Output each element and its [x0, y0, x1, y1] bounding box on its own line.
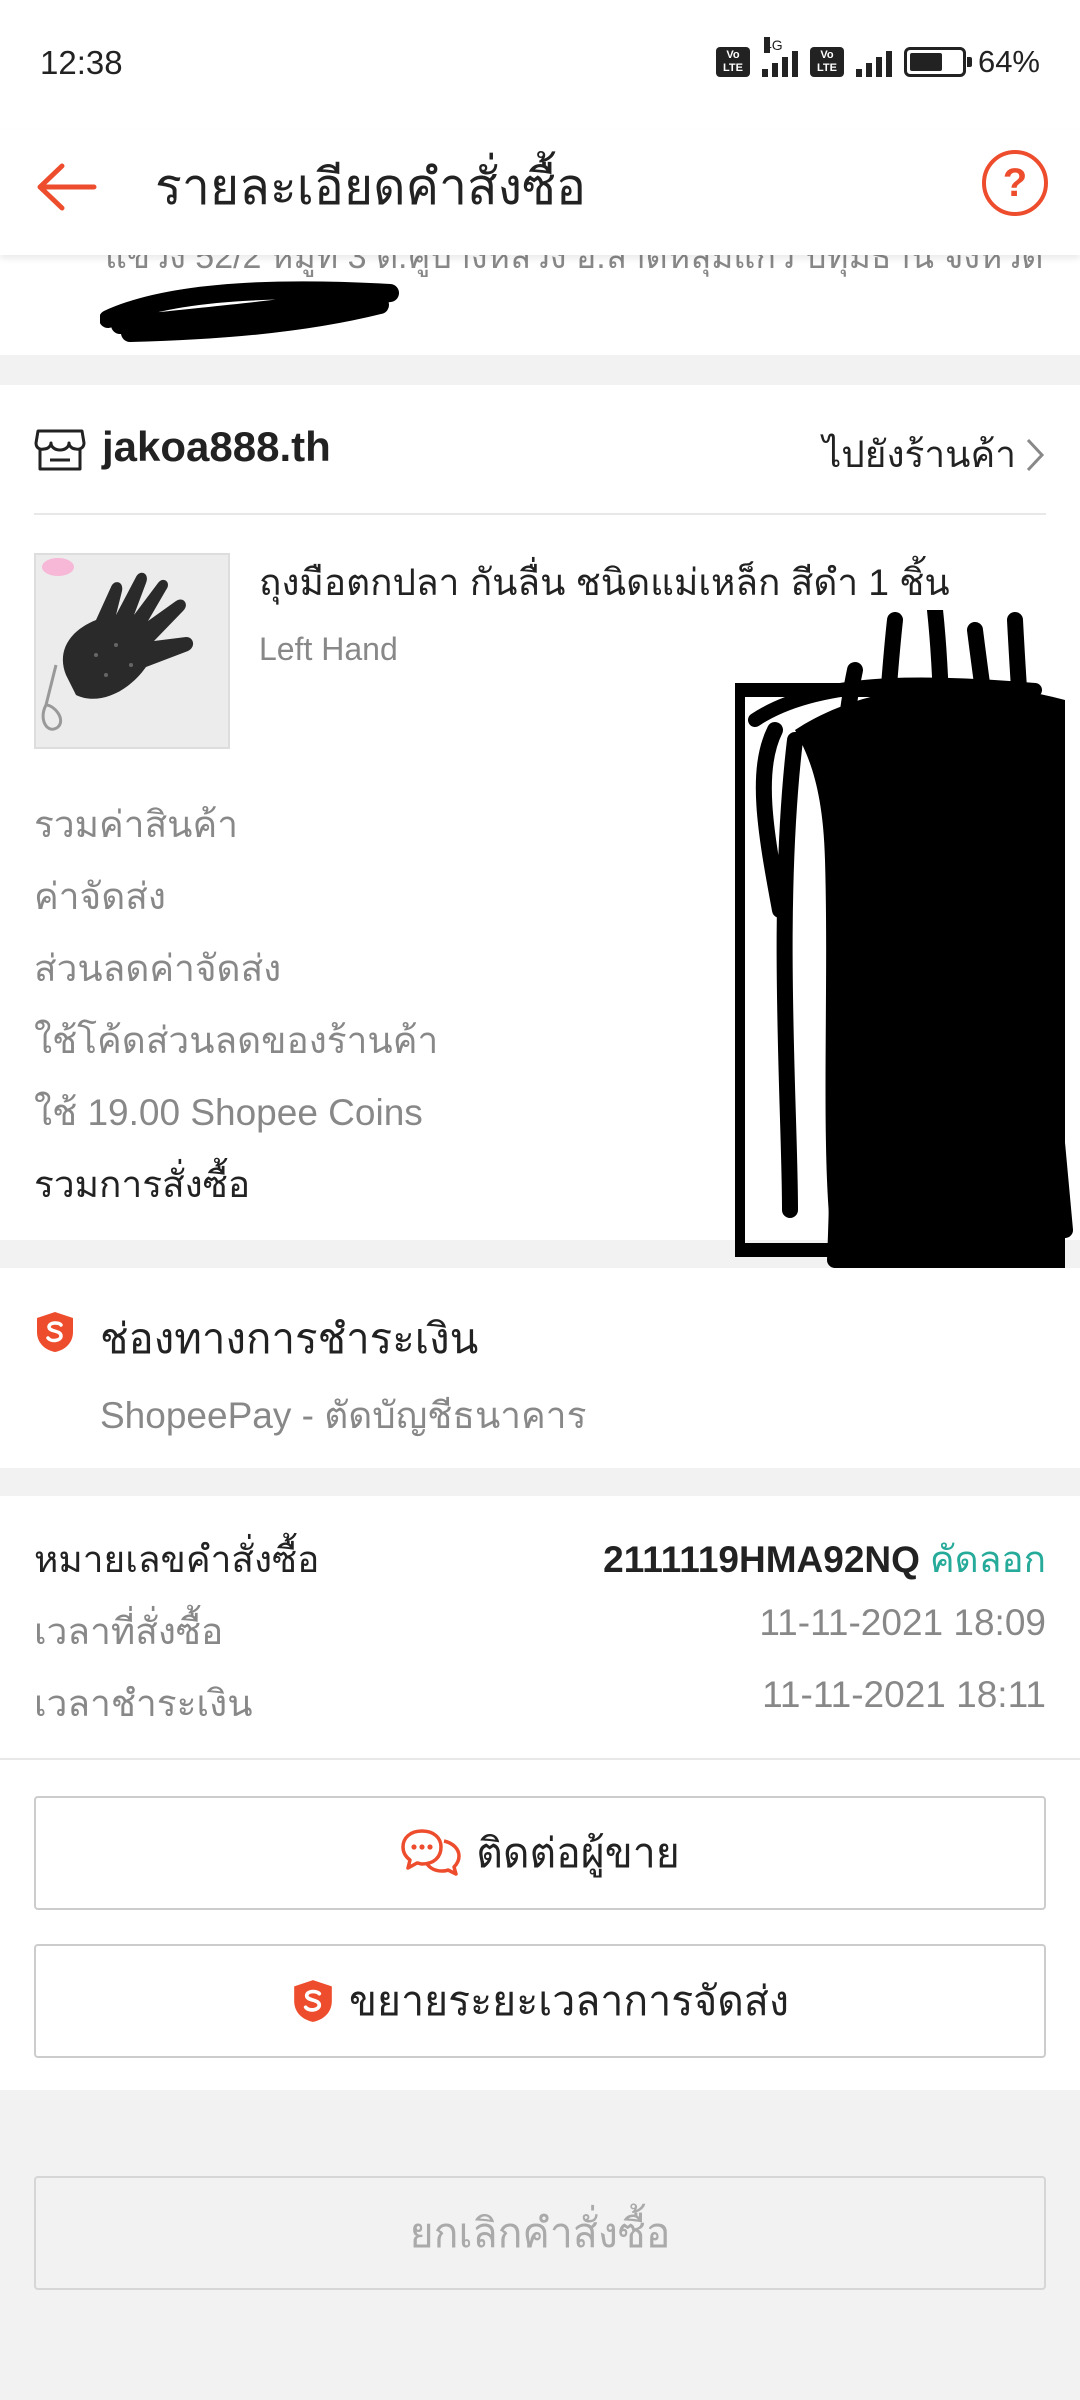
order-number-label: หมายเลขคำสั่งซื้อ: [34, 1539, 320, 1580]
page-title: รายละเอียดคำสั่งซื้อ: [155, 159, 587, 215]
actions-section: ติดต่อผู้ขาย ขยายระยะเวลาการจัดส่ง: [0, 1760, 1080, 2090]
status-indicators: Vo LTE 4G Vo LTE 64%: [715, 37, 1040, 80]
status-time: 12:38: [40, 44, 123, 81]
copy-button[interactable]: คัดลอก: [930, 1539, 1046, 1580]
shield-icon: [294, 1980, 332, 2022]
back-button[interactable]: [32, 152, 102, 222]
address-redaction: [100, 281, 399, 342]
order-total-label: รวมการสั่งซื้อ: [34, 1164, 251, 1205]
chevron-right-icon: [1026, 438, 1045, 471]
shipping-discount-label: ส่วนลดค่าจัดส่ง: [34, 948, 282, 989]
product-title[interactable]: ถุงมือตกปลา กันลื่น ชนิดแม่เหล็ก สีดำ 1 …: [259, 553, 950, 612]
extend-shipping-button[interactable]: ขยายระยะเวลาการจัดส่ง: [34, 1944, 1046, 2058]
delivery-address: แขวง 52/2 หมู่ที่ 3 ต.คูบางหลวง อ.ลาดหลุ…: [0, 255, 1080, 355]
order-number-value: 2111119HMA92NQ คัดลอก: [603, 1530, 1046, 1589]
help-button[interactable]: ?: [982, 150, 1048, 216]
payment-time-label: เวลาชำระเงิน: [34, 1683, 253, 1724]
chat-icon: [401, 1829, 461, 1876]
app-header: รายละเอียดคำสั่งซื้อ ?: [0, 130, 1080, 255]
contact-seller-button[interactable]: ติดต่อผู้ขาย: [34, 1796, 1046, 1910]
payment-section: ช่องทางการชำระเงิน ShopeePay - ตัดบัญชีธ…: [0, 1268, 1080, 1468]
battery-icon: [903, 47, 972, 77]
signal-icon: 4G: [761, 37, 798, 77]
coins-used-label: ใช้ 19.00 Shopee Coins: [34, 1092, 423, 1133]
battery-level: [909, 53, 942, 71]
subtotal-label: รวมค่าสินค้า: [34, 804, 238, 845]
product-image[interactable]: [34, 553, 230, 749]
payment-time-value: 11-11-2021 18:11: [762, 1674, 1046, 1715]
shop-row: jakoa888.th ไปยังร้านค้า: [34, 385, 1046, 515]
glove-image: [36, 555, 228, 747]
shield-icon: [37, 1312, 73, 1352]
network-label: 4G: [763, 37, 783, 53]
price-summary: รวมค่าสินค้า ค่าจัดส่ง ส่วนลดค่าจัดส่ง ใ…: [34, 795, 438, 1227]
product-variant: Left Hand: [259, 631, 398, 667]
battery-percent: 64%: [977, 44, 1040, 79]
order-time-label: เวลาที่สั่งซื้อ: [34, 1611, 224, 1652]
volte-icon: Vo LTE: [809, 47, 844, 77]
shop-icon: [34, 429, 86, 471]
go-to-shop-label: ไปยังร้านค้า: [822, 434, 1016, 475]
shop-voucher-label: ใช้โค้ดส่วนลดของร้านค้า: [34, 1020, 439, 1061]
payment-title: ช่องทางการชำระเงิน: [100, 1315, 479, 1362]
shop-name: jakoa888.th: [102, 423, 331, 470]
status-bar: 12:38 Vo LTE 4G Vo LTE 64%: [0, 0, 1080, 130]
order-info-section: หมายเลขคำสั่งซื้อ 2111119HMA92NQ คัดลอก เ…: [0, 1496, 1080, 1760]
order-number: 2111119HMA92NQ: [603, 1539, 920, 1580]
signal-icon: [855, 47, 892, 77]
go-to-shop-link[interactable]: ไปยังร้านค้า: [823, 425, 1046, 484]
cancel-order-button[interactable]: ยกเลิกคำสั่งซื้อ: [34, 2176, 1046, 2290]
order-number-row: หมายเลขคำสั่งซื้อ 2111119HMA92NQ คัดลอก: [34, 1530, 1046, 1590]
arrow-left-icon: [37, 163, 97, 211]
price-redaction: [735, 610, 1073, 1350]
volte-icon: Vo LTE: [715, 47, 750, 77]
shipping-fee-label: ค่าจัดส่ง: [34, 876, 166, 917]
extend-shipping-label: ขยายระยะเวลาการจัดส่ง: [349, 1977, 789, 2024]
contact-seller-label: ติดต่อผู้ขาย: [476, 1829, 680, 1876]
payment-time-row: เวลาชำระเงิน 11-11-2021 18:11: [34, 1674, 1046, 1734]
order-time-row: เวลาที่สั่งซื้อ 11-11-2021 18:09: [34, 1602, 1046, 1662]
order-time-value: 11-11-2021 18:09: [759, 1602, 1046, 1643]
payment-method: ShopeePay - ตัดบัญชีธนาคาร: [100, 1395, 587, 1436]
